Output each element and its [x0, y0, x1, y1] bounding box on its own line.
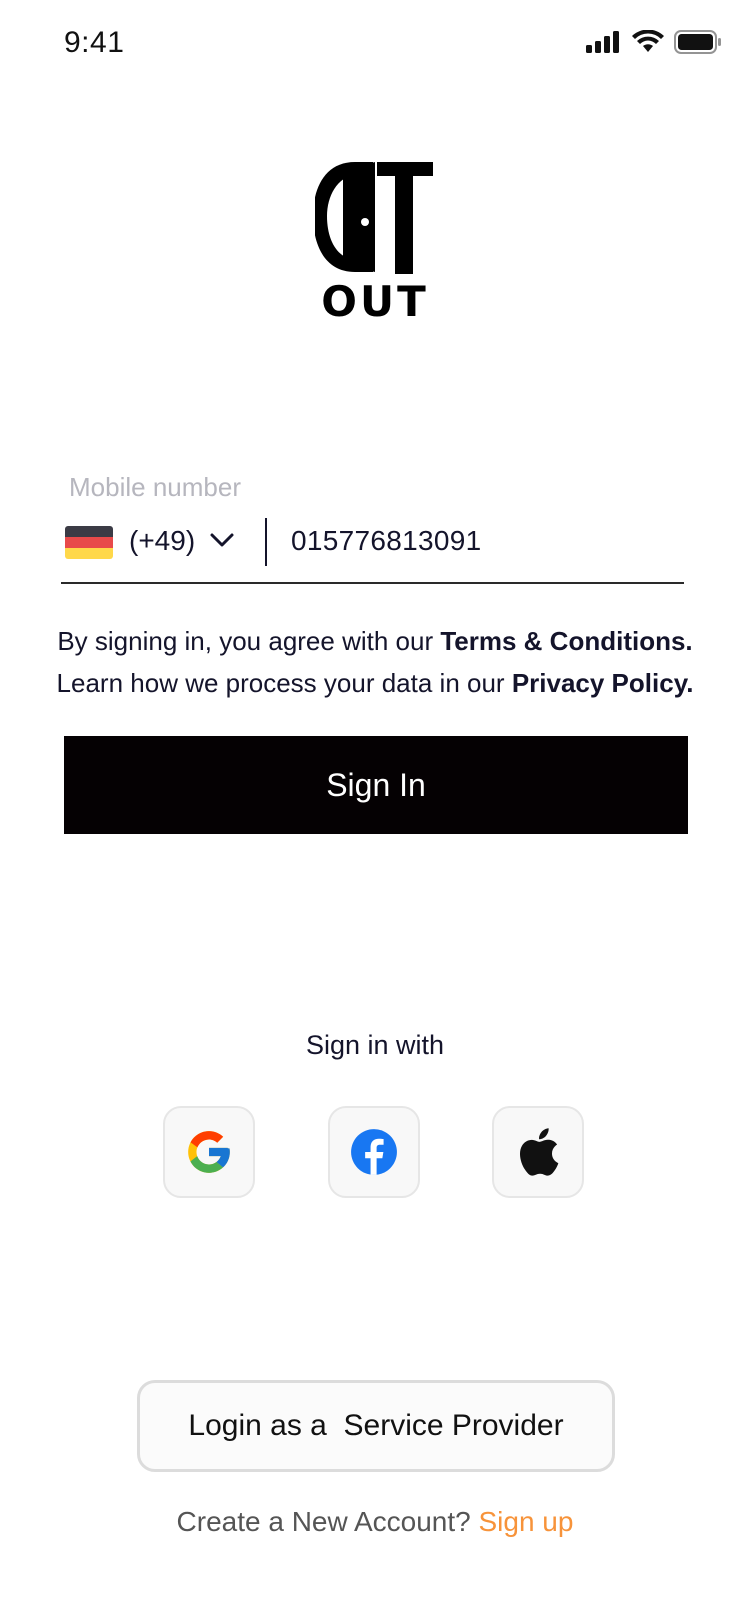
phone-input-row: (+49) 015776813091 [61, 512, 684, 584]
mobile-number-label: Mobile number [69, 472, 241, 502]
app-logo: OUT [313, 160, 435, 326]
apple-sign-in-button[interactable] [492, 1106, 584, 1198]
wifi-icon [632, 30, 664, 52]
google-sign-in-button[interactable] [163, 1106, 255, 1198]
field-divider [265, 518, 267, 566]
legal-text-2: Learn how we process your data in our [56, 668, 512, 698]
cellular-signal-icon [586, 31, 619, 53]
status-icons [586, 30, 722, 54]
sign-in-with-label: Sign in with [305, 1030, 445, 1060]
legal-notice: By signing in, you agree with our Terms … [30, 620, 720, 704]
sign-in-button[interactable]: Sign In [64, 736, 688, 834]
status-time: 9:41 [64, 26, 125, 59]
signup-prompt: Create a New Account? Sign up [0, 1506, 750, 1538]
battery-icon [674, 30, 721, 54]
signup-prompt-text: Create a New Account? [176, 1506, 479, 1537]
country-code[interactable]: (+49) [129, 525, 195, 557]
mobile-number-input[interactable]: 015776813091 [291, 525, 481, 557]
facebook-icon [351, 1129, 397, 1175]
google-icon [188, 1131, 230, 1173]
terms-link[interactable]: Terms & Conditions. [440, 626, 692, 656]
legal-text-1: By signing in, you agree with our [57, 626, 441, 656]
privacy-link[interactable]: Privacy Policy. [512, 668, 694, 698]
signup-link[interactable]: Sign up [478, 1506, 573, 1537]
germany-flag-icon[interactable] [65, 526, 113, 559]
provider-button-label: Login as a Service Provider [188, 1409, 564, 1442]
login-service-provider-button[interactable]: Login as a Service Provider [137, 1380, 615, 1472]
chevron-down-icon[interactable] [209, 531, 235, 549]
facebook-sign-in-button[interactable] [328, 1106, 420, 1198]
apple-icon [519, 1128, 559, 1176]
logo-text: OUT [321, 277, 428, 320]
